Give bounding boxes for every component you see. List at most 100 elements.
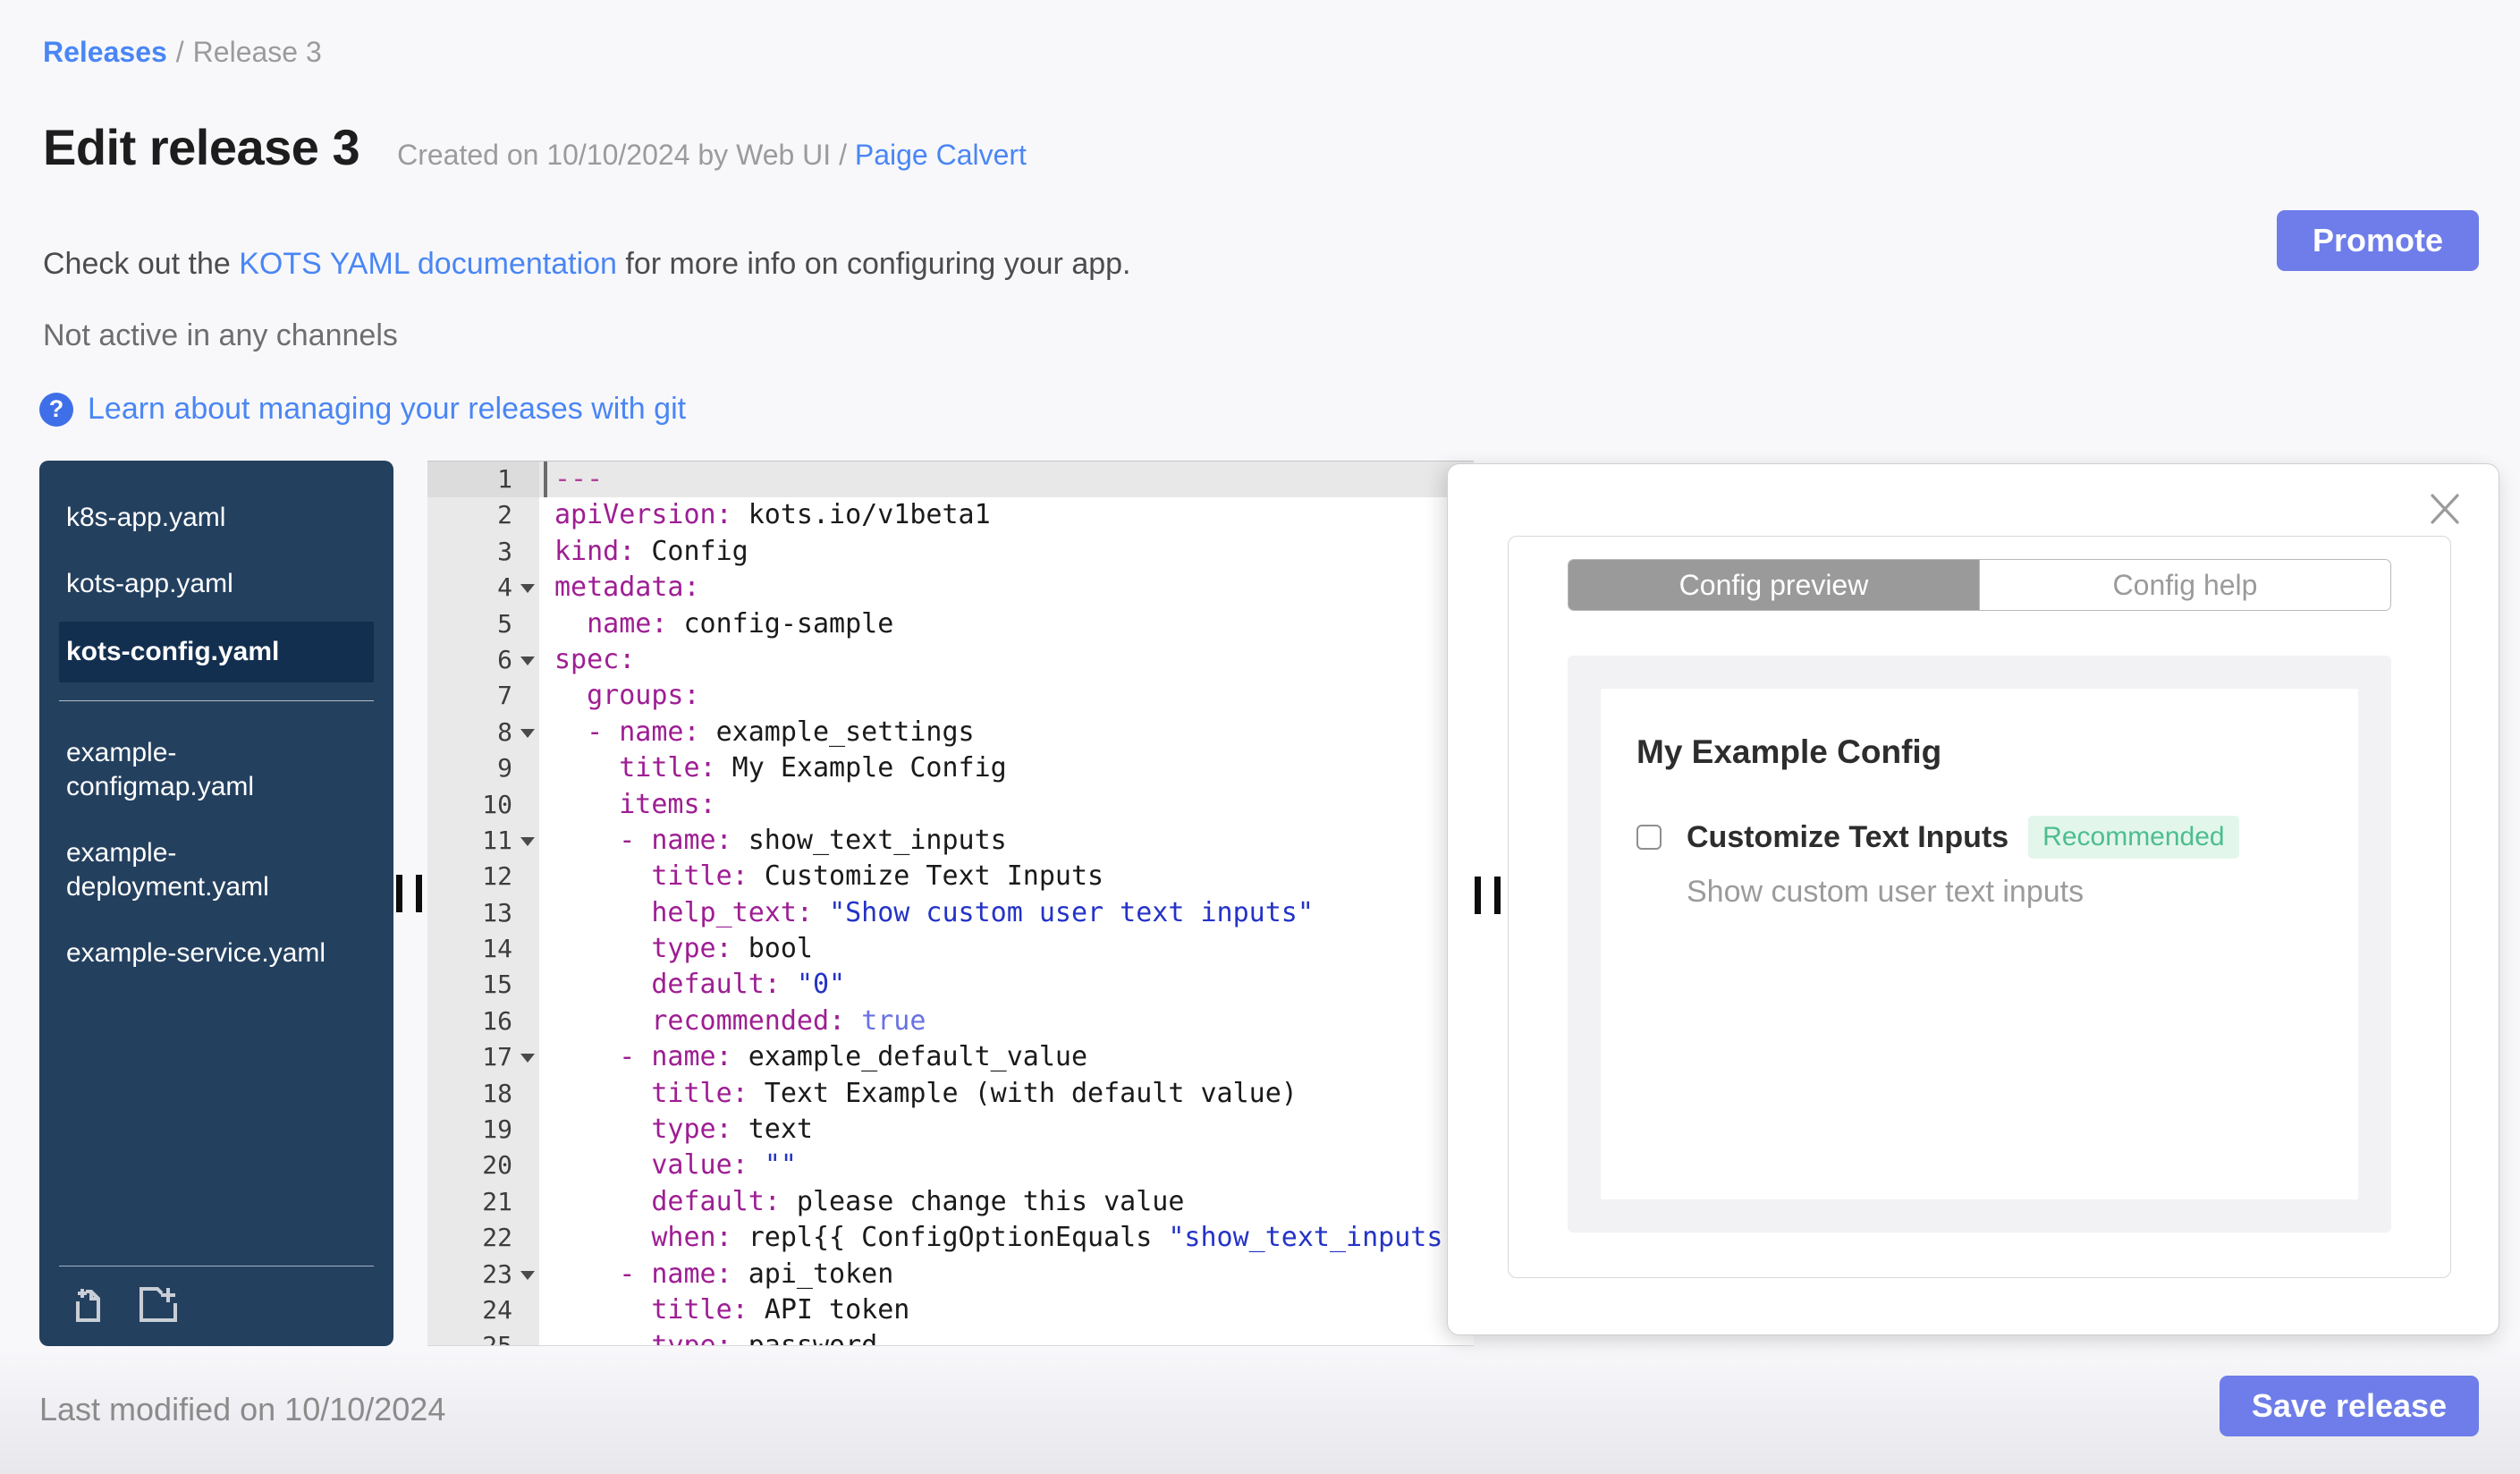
tab-config-preview[interactable]: Config preview [1569,560,1979,610]
code-line-24[interactable]: 24 title: API token [427,1292,1474,1329]
sidebar-file-example-configmap.yaml[interactable]: example-configmap.yaml [39,721,393,819]
code-line-15[interactable]: 15 default: "0" [427,967,1474,1004]
code-line-23[interactable]: 23 - name: api_token [427,1256,1474,1292]
sidebar-file-k8s-app.yaml[interactable]: k8s-app.yaml [39,486,393,550]
code-line-1[interactable]: 1 --- [427,462,1474,498]
file-name: example-configmap.yaml [66,738,255,801]
add-folder-button[interactable] [134,1282,182,1325]
code-line-text: - name: example_settings [587,716,975,748]
pane-resize-handle-left[interactable] [396,875,422,912]
sidebar-file-kots-config.yaml[interactable]: kots-config.yaml [59,622,374,682]
gutter-line-number: 4 [427,570,539,606]
code-line-text: groups: [587,680,700,712]
code-line-text: type: bool [651,933,813,965]
code-line-22[interactable]: 22 when: repl{{ ConfigOptionEquals "show… [427,1220,1474,1257]
gutter-line-number: 8 [427,714,539,751]
code-line-text: title: API token [651,1293,910,1326]
code-lines: 1 --- 2 apiVersion: kots.io/v1beta1 3 kind: C… [427,462,1474,1346]
file-list: k8s-app.yaml kots-app.yaml kots-config.yam… [39,461,393,986]
gutter-line-number: 12 [427,859,539,895]
last-modified-text: Last modified on 10/10/2024 [39,1391,446,1427]
breadcrumb-separator: / [175,36,184,68]
created-author-link[interactable]: Paige Calvert [855,139,1027,171]
gutter-line-number: 22 [427,1220,539,1257]
kots-yaml-docs-link[interactable]: KOTS YAML documentation [239,247,617,281]
code-line-10[interactable]: 10 items: [427,786,1474,823]
config-item-help-text: Show custom user text inputs [1687,875,2084,909]
code-line-text: items: [619,788,716,820]
docs-prefix: Check out the [43,247,240,281]
sidebar-actions [59,1266,374,1346]
code-line-13[interactable]: 13 help_text: "Show custom user text inp… [427,894,1474,932]
code-line-text: kind: Config [554,535,748,567]
sidebar-file-example-deployment.yaml[interactable]: example-deployment.yaml [39,821,393,919]
code-line-14[interactable]: 14 type: bool [427,931,1474,968]
created-text: Created on 10/10/2024 by Web UI / [397,139,847,171]
code-line-18[interactable]: 18 title: Text Example (with default val… [427,1075,1474,1113]
breadcrumb: Releases / Release 3 [43,36,322,69]
code-line-text: recommended: true [651,1004,926,1037]
config-item-row: Customize Text Inputs Recommended [1636,816,2358,859]
breadcrumb-releases-link[interactable]: Releases [43,36,167,68]
fold-arrow-icon[interactable] [520,728,535,738]
fold-arrow-icon[interactable] [520,836,535,846]
gutter-line-number: 9 [427,750,539,787]
gutter-line-number: 16 [427,1003,539,1040]
code-line-7[interactable]: 7 groups: [427,678,1474,715]
fold-arrow-icon[interactable] [520,1270,535,1280]
recommended-badge: Recommended [2028,816,2239,859]
question-mark-icon: ? [39,392,73,427]
customize-text-inputs-checkbox[interactable] [1636,825,1662,850]
code-line-5[interactable]: 5 name: config-sample [427,606,1474,642]
gutter-line-number: 6 [427,641,539,679]
promote-button[interactable]: Promote [2277,210,2479,271]
sidebar-file-kots-app.yaml[interactable]: kots-app.yaml [39,552,393,616]
yaml-code-editor[interactable]: 1 --- 2 apiVersion: kots.io/v1beta1 3 kind: C… [427,461,1474,1346]
config-preview-panel: Config preview Config help My Example Con… [1447,463,2499,1335]
code-line-8[interactable]: 8 - name: example_settings [427,714,1474,751]
created-meta: Created on 10/10/2024 by Web UI / Paige … [397,139,1027,172]
gutter-line-number: 17 [427,1039,539,1076]
gutter-line-number: 13 [427,894,539,932]
sidebar-file-example-service.yaml[interactable]: example-service.yaml [39,921,393,986]
docs-row: Check out the KOTS YAML documentation fo… [43,247,1131,282]
code-line-6[interactable]: 6 spec: [427,641,1474,679]
tab-config-help[interactable]: Config help [1979,560,2390,610]
code-line-text: type: text [651,1114,813,1146]
code-line-text: when: repl{{ ConfigOptionEquals "show_te… [651,1222,1459,1254]
code-line-text: metadata: [554,572,700,604]
code-line-25[interactable]: 25 type: password [427,1328,1474,1346]
code-line-17[interactable]: 17 - name: example_default_value [427,1039,1474,1076]
code-line-text: - name: example_default_value [619,1041,1088,1073]
code-line-9[interactable]: 9 title: My Example Config [427,750,1474,787]
code-line-21[interactable]: 21 default: please change this value [427,1183,1474,1221]
docs-suffix: for more info on configuring your app. [616,247,1131,281]
code-line-text: - name: api_token [619,1258,894,1290]
code-line-2[interactable]: 2 apiVersion: kots.io/v1beta1 [427,497,1474,534]
save-release-button[interactable]: Save release [2220,1376,2479,1436]
fold-arrow-icon[interactable] [520,656,535,665]
fold-arrow-icon[interactable] [520,584,535,594]
code-line-19[interactable]: 19 type: text [427,1112,1474,1148]
add-folder-icon [134,1282,182,1325]
code-line-11[interactable]: 11 - name: show_text_inputs [427,822,1474,860]
file-name: kots-app.yaml [66,569,233,598]
add-file-button[interactable] [66,1282,109,1325]
code-line-text: --- [539,462,1474,498]
gutter-line-number: 18 [427,1075,539,1113]
config-group-title: My Example Config [1636,733,1942,770]
code-line-16[interactable]: 16 recommended: true [427,1003,1474,1040]
pane-resize-handle-right[interactable] [1475,877,1501,914]
code-line-3[interactable]: 3 kind: Config [427,533,1474,571]
fold-arrow-icon[interactable] [520,1054,535,1063]
gutter-line-number: 21 [427,1183,539,1221]
code-line-20[interactable]: 20 value: "" [427,1148,1474,1184]
channel-status: Not active in any channels [43,318,398,352]
code-line-4[interactable]: 4 metadata: [427,570,1474,606]
main-editor-area: k8s-app.yaml kots-app.yaml kots-config.yam… [39,461,2499,1346]
code-line-12[interactable]: 12 title: Customize Text Inputs [427,859,1474,895]
gutter-line-number: 1 [427,462,539,498]
code-line-text: type: password [651,1330,878,1346]
git-releases-link[interactable]: Learn about managing your releases with … [88,392,686,427]
close-preview-button[interactable] [2427,491,2463,527]
